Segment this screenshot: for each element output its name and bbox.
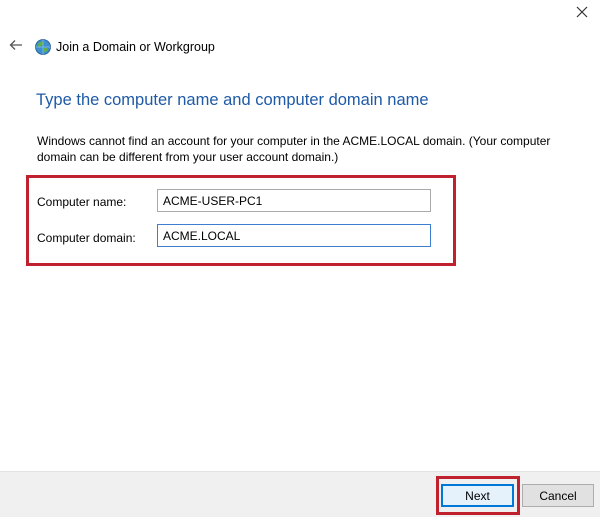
network-globe-icon: [34, 38, 52, 56]
computer-name-input[interactable]: [157, 189, 431, 212]
cancel-button[interactable]: Cancel: [522, 484, 594, 507]
computer-domain-input[interactable]: [157, 224, 431, 247]
error-message: Windows cannot find an account for your …: [37, 134, 551, 164]
back-button[interactable]: [6, 37, 26, 57]
title-bar: Join a Domain or Workgroup: [6, 36, 215, 58]
dialog-window: Join a Domain or Workgroup Type the comp…: [0, 0, 600, 517]
page-heading: Type the computer name and computer doma…: [36, 91, 429, 109]
computer-name-label: Computer name:: [37, 195, 127, 209]
computer-domain-label: Computer domain:: [37, 231, 136, 245]
close-button[interactable]: [572, 4, 592, 24]
back-arrow-icon: [9, 38, 23, 56]
window-title: Join a Domain or Workgroup: [56, 40, 215, 54]
next-button[interactable]: Next: [441, 484, 514, 507]
close-icon: [576, 5, 588, 23]
